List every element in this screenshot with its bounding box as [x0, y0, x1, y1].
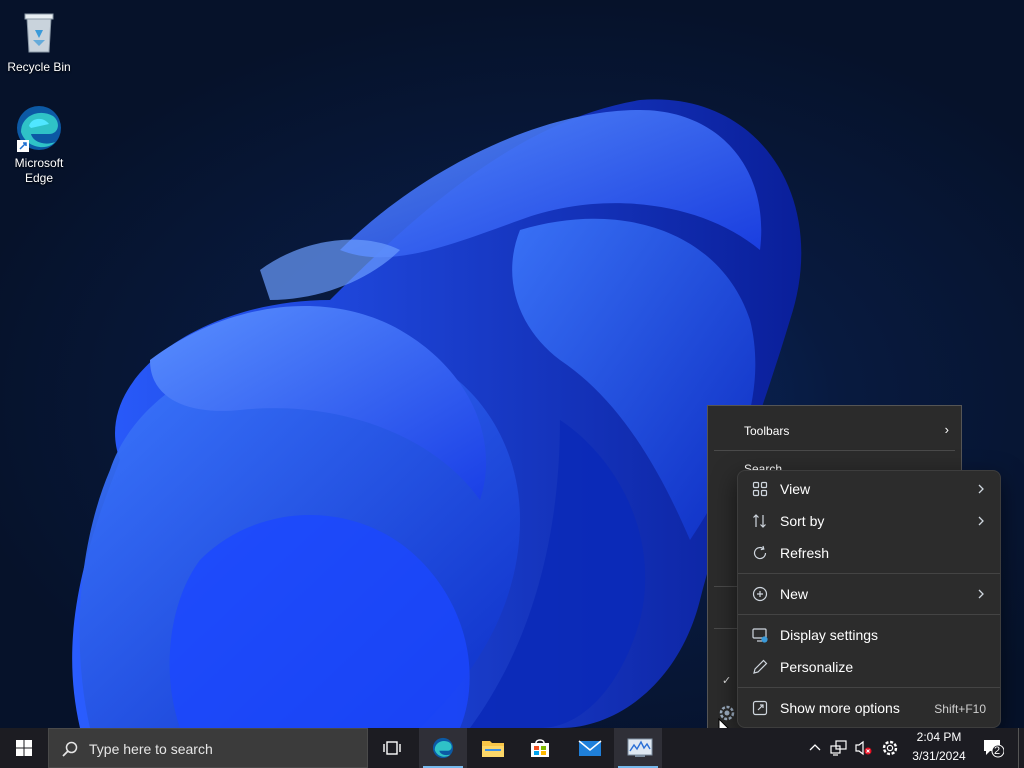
- desktop-context-menu: View Sort by Refresh New Display setting…: [737, 470, 1001, 728]
- taskbar-search-box[interactable]: Type here to search: [48, 728, 368, 768]
- notification-icon: [984, 740, 1004, 758]
- menu-item-sort-by[interactable]: Sort by: [742, 506, 996, 536]
- chevron-right-icon: ›: [944, 422, 949, 437]
- edge-icon: [15, 104, 63, 152]
- open-external-icon: [752, 700, 768, 716]
- taskbar-app-mail[interactable]: [565, 728, 613, 768]
- pen-icon: [752, 659, 768, 675]
- menu-item-label: Personalize: [780, 659, 854, 675]
- menu-item-label: New: [780, 586, 809, 602]
- grid-icon: [752, 481, 768, 497]
- search-placeholder: Type here to search: [89, 741, 213, 757]
- menu-separator: [738, 687, 1000, 688]
- gear-icon: [882, 740, 898, 756]
- volume-muted-icon: [855, 740, 872, 756]
- menu-item-label: View: [780, 481, 811, 497]
- network-icon: [830, 740, 847, 756]
- menu-separator: [738, 614, 1000, 615]
- recycle-bin-icon: [15, 8, 63, 56]
- menu-separator: [714, 450, 955, 451]
- task-view-icon: [383, 741, 401, 755]
- taskbar-app-performance-monitor[interactable]: [614, 728, 662, 768]
- search-icon: [62, 741, 78, 757]
- menu-item-refresh[interactable]: Refresh: [742, 538, 996, 568]
- store-icon: [531, 739, 549, 757]
- show-hidden-icons-button[interactable]: [806, 728, 824, 768]
- file-explorer-icon: [482, 741, 504, 757]
- menu-item-label: Sort by: [780, 513, 825, 529]
- notification-center-button[interactable]: 2: [978, 728, 1008, 768]
- menu-item-show-more-options[interactable]: Show more options Shift+F10: [742, 693, 996, 723]
- new-plus-icon: [752, 586, 768, 602]
- shortcut-hint: Shift+F10: [934, 702, 986, 716]
- sort-icon: [752, 513, 768, 529]
- start-button[interactable]: [0, 728, 48, 768]
- microsoft-edge-label: Microsoft Edge: [14, 156, 64, 185]
- chevron-right-icon: [976, 481, 986, 497]
- menu-item-label: Refresh: [780, 545, 830, 561]
- menu-item-label: Display settings: [780, 627, 879, 643]
- windows-logo-icon: [16, 740, 32, 756]
- recycle-bin-shortcut[interactable]: Recycle Bin: [1, 8, 77, 75]
- menu-item-new[interactable]: New: [742, 579, 996, 609]
- taskbar: Type here to search 2:04 PM 3/31/2024 2: [0, 728, 1024, 768]
- menu-item-label: Show more options: [780, 700, 900, 716]
- menu-separator: [738, 573, 1000, 574]
- notification-count-badge: 2: [994, 745, 1001, 757]
- checkmark-icon: ✓: [722, 675, 732, 687]
- volume-button[interactable]: [852, 728, 874, 768]
- show-desktop-button[interactable]: [1018, 728, 1024, 768]
- display-settings-icon: [752, 627, 768, 643]
- menu-item-search[interactable]: Search: [708, 458, 961, 470]
- performance-monitor-icon: [627, 738, 653, 757]
- menu-item-personalize[interactable]: Personalize: [742, 652, 996, 682]
- edge-icon: [432, 737, 454, 759]
- clock-time: 2:04 PM: [916, 730, 962, 744]
- chevron-up-icon: [809, 744, 821, 751]
- menu-item-label: Search: [744, 462, 783, 470]
- recycle-bin-label: Recycle Bin: [7, 60, 71, 74]
- settings-tray-button[interactable]: [878, 728, 902, 768]
- menu-item-view[interactable]: View: [742, 474, 996, 504]
- taskbar-app-store[interactable]: [516, 728, 564, 768]
- taskbar-clock[interactable]: 2:04 PM 3/31/2024: [906, 728, 972, 768]
- refresh-icon: [752, 545, 768, 561]
- taskbar-app-file-explorer[interactable]: [468, 728, 516, 768]
- chevron-right-icon: [976, 513, 986, 529]
- chevron-right-icon: [976, 586, 986, 602]
- microsoft-edge-shortcut[interactable]: Microsoft Edge: [1, 104, 77, 186]
- taskbar-app-edge[interactable]: [419, 728, 467, 768]
- menu-item-toolbars[interactable]: Toolbars ›: [708, 416, 961, 446]
- network-status-button[interactable]: [828, 728, 850, 768]
- mail-icon: [578, 740, 602, 756]
- menu-item-label: Toolbars: [744, 424, 790, 438]
- clock-date: 3/31/2024: [912, 749, 966, 763]
- task-view-button[interactable]: [368, 728, 416, 768]
- menu-item-display-settings[interactable]: Display settings: [742, 620, 996, 650]
